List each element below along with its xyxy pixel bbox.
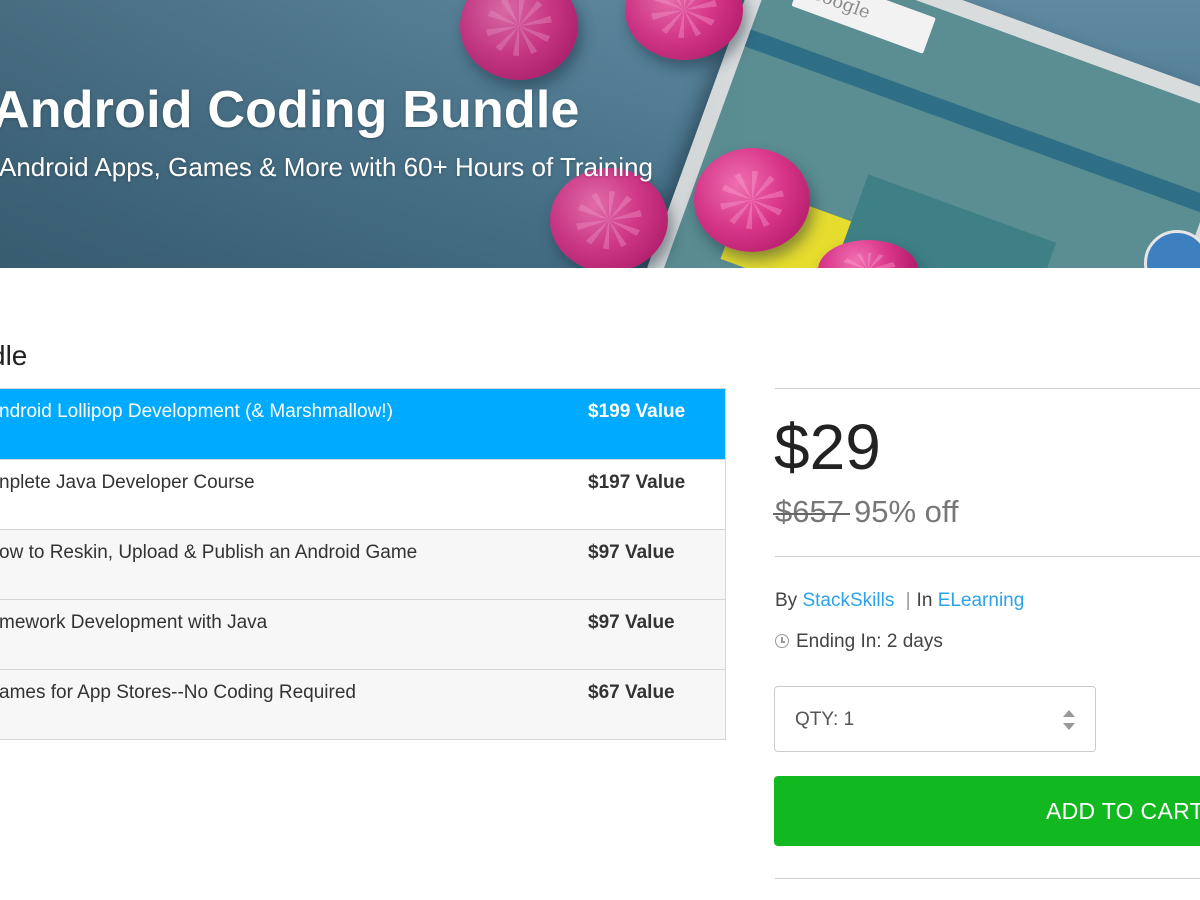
- updown-arrows-icon: [1062, 709, 1076, 731]
- add-to-cart-label: ADD TO CART: [1046, 798, 1200, 824]
- course-name: ames for App Stores--No Coding Required: [0, 682, 356, 703]
- original-price: $657: [775, 494, 844, 529]
- course-name: nplete Java Developer Course: [0, 472, 255, 493]
- hero-banner: Google Android Coding Bundle Android App…: [0, 0, 1200, 268]
- ending-line: Ending In: 2 days: [775, 631, 943, 653]
- quantity-select[interactable]: QTY: 1: [774, 686, 1096, 752]
- ending-label: Ending In: 2 days: [796, 631, 943, 652]
- course-value: $199 Value: [588, 401, 686, 422]
- category-link[interactable]: ELearning: [938, 590, 1025, 611]
- course-row[interactable]: ndroid Lollipop Development (& Marshmall…: [0, 389, 725, 459]
- add-to-cart-button[interactable]: ADD TO CART: [774, 776, 1200, 846]
- in-label: In: [916, 590, 933, 611]
- divider: [775, 388, 1200, 389]
- course-name: ndroid Lollipop Development (& Marshmall…: [0, 401, 393, 422]
- course-name: mework Development with Java: [0, 612, 268, 633]
- quantity-label: QTY: 1: [795, 709, 855, 730]
- phone-band: [744, 29, 1200, 214]
- hero-title: Android Coding Bundle: [0, 81, 580, 139]
- clock-icon: [775, 634, 789, 648]
- price-details: $657 95% off: [775, 494, 959, 530]
- course-name: ow to Reskin, Upload & Publish an Androi…: [0, 542, 418, 563]
- vendor-link[interactable]: StackSkills: [802, 590, 894, 611]
- course-value: $97 Value: [588, 542, 675, 563]
- course-row[interactable]: mework Development with Java $97 Value: [0, 599, 725, 669]
- vendor-line: By StackSkills | In ELearning: [775, 590, 1024, 612]
- divider: [775, 878, 1200, 879]
- course-value: $97 Value: [588, 612, 675, 633]
- course-value: $197 Value: [588, 472, 686, 493]
- by-label: By: [775, 590, 798, 611]
- sale-price: $29: [774, 411, 881, 483]
- discount-label: 95% off: [853, 494, 959, 529]
- course-row[interactable]: ames for App Stores--No Coding Required …: [0, 669, 725, 739]
- hero-subtitle: Android Apps, Games & More with 60+ Hour…: [0, 152, 653, 182]
- section-heading: dle: [0, 340, 28, 371]
- course-value: $67 Value: [588, 682, 675, 703]
- separator: |: [905, 590, 911, 611]
- course-row[interactable]: nplete Java Developer Course $197 Value: [0, 459, 725, 529]
- course-row[interactable]: ow to Reskin, Upload & Publish an Androi…: [0, 529, 725, 599]
- divider: [775, 556, 1200, 557]
- phone-card: Google: [791, 0, 936, 54]
- course-list: ndroid Lollipop Development (& Marshmall…: [0, 388, 726, 740]
